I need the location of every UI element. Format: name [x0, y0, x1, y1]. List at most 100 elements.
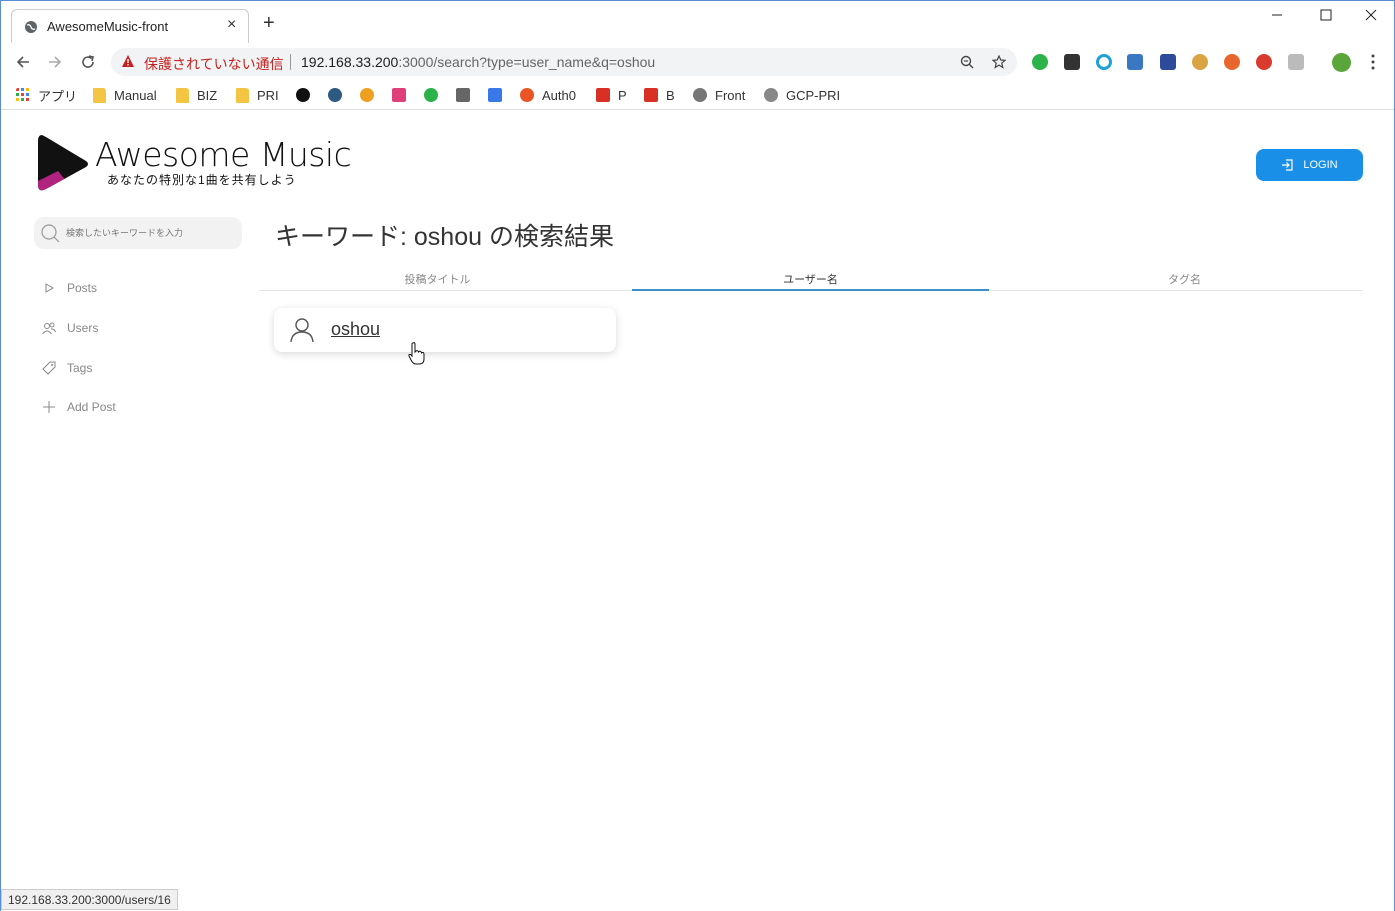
bookmark-gmail-p[interactable]: P	[596, 86, 627, 104]
new-tab-button[interactable]: +	[263, 13, 275, 33]
sidebar-item-label: Posts	[67, 281, 98, 295]
sidebar-item-posts[interactable]: Posts	[41, 278, 97, 298]
login-icon	[1282, 159, 1293, 171]
active-tab-indicator	[632, 289, 989, 291]
profile-avatar[interactable]	[1332, 53, 1351, 72]
browser-tab[interactable]: AwesomeMusic-front ×	[11, 9, 249, 43]
tab-close-icon[interactable]: ×	[227, 16, 236, 34]
tab-tag-name[interactable]: タグ名	[1006, 271, 1363, 287]
bookmark-icon-link[interactable]	[456, 86, 478, 104]
extension-icon[interactable]	[1288, 54, 1304, 70]
search-icon	[41, 224, 60, 243]
atcoder-icon	[424, 88, 438, 102]
more-menu-icon[interactable]	[1371, 54, 1375, 70]
user-name-link[interactable]: oshou	[331, 319, 380, 340]
sidebar-item-label: Tags	[67, 361, 93, 375]
url-path: :3000/search?type=user_name&q=oshou	[398, 54, 656, 70]
bookmark-label: B	[666, 87, 675, 103]
bookmark-calendar[interactable]	[488, 86, 510, 104]
forward-icon[interactable]	[47, 54, 63, 70]
site-tagline: あなたの特別な1曲を共有しよう	[107, 173, 297, 187]
link-icon	[456, 88, 470, 102]
bookmark-label: GCP-PRI	[786, 87, 841, 103]
calendar-icon	[488, 88, 502, 102]
search-input[interactable]	[66, 223, 236, 243]
maximize-icon[interactable]	[1320, 9, 1332, 21]
gmail-icon	[644, 88, 658, 102]
bookmarks-bar: アプリ Manual BIZ PRI Auth0 P B Front GCP-P…	[1, 81, 1394, 110]
folder-icon	[236, 87, 249, 103]
status-bar-url: 192.168.33.200:3000/users/16	[1, 889, 178, 910]
minimize-icon[interactable]	[1271, 9, 1283, 21]
extension-icon[interactable]	[1192, 54, 1208, 70]
bookmark-auth0[interactable]: Auth0	[520, 86, 576, 104]
extension-icon[interactable]	[1064, 54, 1080, 70]
bookmark-folder-biz[interactable]: BIZ	[176, 86, 217, 104]
zoom-icon[interactable]	[960, 55, 974, 69]
sidebar-item-label: Add Post	[67, 400, 116, 414]
co-icon	[360, 88, 374, 102]
apps-grid-icon	[16, 88, 29, 101]
omnibox-divider	[290, 54, 291, 70]
browser-window: AwesomeMusic-front × + 保護されていない通信 192.16…	[0, 0, 1395, 911]
sidebar-item-add-post[interactable]: Add Post	[41, 397, 116, 417]
tab-post-title[interactable]: 投稿タイトル	[259, 271, 616, 287]
bookmark-folder-manual[interactable]: Manual	[93, 86, 157, 104]
extension-icon[interactable]	[1256, 54, 1272, 70]
extension-icon[interactable]	[1224, 54, 1240, 70]
security-warning[interactable]: 保護されていない通信	[144, 54, 284, 74]
browser-toolbar: 保護されていない通信 192.168.33.200:3000/search?ty…	[1, 43, 1394, 81]
bookmark-label: Front	[715, 87, 746, 103]
auth0-icon	[520, 88, 534, 102]
github-icon	[296, 88, 310, 102]
close-icon[interactable]	[1365, 9, 1377, 21]
bookmark-front[interactable]: Front	[693, 86, 745, 104]
search-type-tabs: 投稿タイトル ユーザー名 タグ名	[259, 266, 1363, 291]
extension-icon[interactable]	[1160, 54, 1176, 70]
bookmark-icon-link[interactable]	[392, 86, 414, 104]
bookmark-github[interactable]	[296, 86, 318, 104]
url-host: 192.168.33.200	[301, 54, 399, 70]
bookmark-icon-link[interactable]	[360, 86, 382, 104]
sidebar-item-tags[interactable]: Tags	[41, 358, 92, 378]
globe-icon	[25, 21, 37, 33]
login-button[interactable]: LOGIN	[1256, 149, 1363, 181]
star-icon[interactable]	[992, 55, 1006, 69]
warning-icon	[122, 55, 134, 67]
extension-icon[interactable]	[1096, 54, 1112, 70]
bookmark-icon-link[interactable]	[424, 86, 446, 104]
bookmark-folder-pri[interactable]: PRI	[236, 86, 279, 104]
extension-icon[interactable]	[1032, 54, 1048, 70]
bookmark-apps[interactable]: アプリ	[16, 86, 77, 104]
gear-icon	[764, 88, 778, 102]
sidebar-item-users[interactable]: Users	[41, 318, 98, 338]
bookmark-label: Manual	[114, 87, 157, 103]
url-text[interactable]: 192.168.33.200:3000/search?type=user_nam…	[301, 54, 655, 70]
reload-icon[interactable]	[80, 54, 96, 70]
tab-user-name[interactable]: ユーザー名	[632, 271, 989, 287]
gmail-icon	[596, 88, 610, 102]
search-box[interactable]	[34, 217, 242, 249]
logo-icon[interactable]	[38, 133, 90, 195]
site-title[interactable]: Awesome Music	[95, 135, 352, 174]
bookmark-gcp[interactable]: GCP-PRI	[764, 86, 840, 104]
extension-icon[interactable]	[1127, 54, 1143, 70]
folder-icon	[176, 87, 189, 103]
docker-icon	[328, 88, 342, 102]
tab-title: AwesomeMusic-front	[47, 19, 169, 34]
bookmark-label: P	[618, 87, 627, 103]
page-content: Awesome Music あなたの特別な1曲を共有しよう LOGIN Post…	[1, 111, 1394, 911]
tag-icon	[42, 361, 56, 375]
plus-icon	[43, 401, 55, 413]
tab-strip: AwesomeMusic-front × +	[1, 1, 1394, 43]
back-icon[interactable]	[15, 54, 31, 70]
address-bar[interactable]: 保護されていない通信 192.168.33.200:3000/search?ty…	[111, 48, 1017, 76]
bookmark-label: BIZ	[197, 87, 218, 103]
sidebar-item-label: Users	[67, 321, 99, 335]
user-result-card[interactable]: oshou	[274, 308, 616, 352]
hand-cursor-icon	[408, 342, 425, 365]
bookmark-gmail-b[interactable]: B	[644, 86, 675, 104]
user-icon	[290, 318, 314, 343]
bookmark-icon-link[interactable]	[328, 86, 350, 104]
login-label: LOGIN	[1303, 159, 1338, 171]
